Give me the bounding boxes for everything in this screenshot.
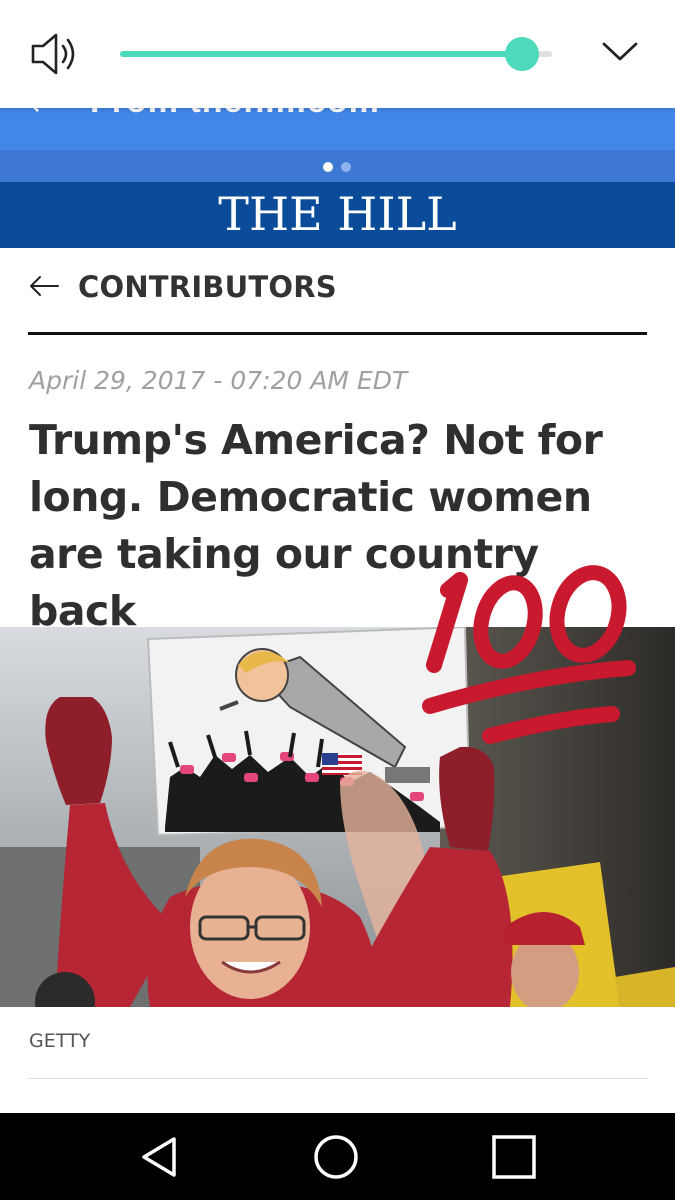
divider	[28, 1078, 647, 1079]
section-header: CONTRIBUTORS	[28, 260, 647, 335]
page-dot	[341, 162, 351, 172]
volume-slider[interactable]	[120, 37, 552, 71]
section-title[interactable]: CONTRIBUTORS	[78, 270, 337, 304]
site-logo[interactable]: THE HILL	[218, 187, 456, 241]
speaker-icon[interactable]	[30, 31, 80, 77]
banner-text: From thehill.com	[90, 108, 380, 121]
page-indicator	[0, 150, 675, 182]
banner-arrow-icon: ←	[30, 108, 55, 123]
article-dateline: April 29, 2017 - 07:20 AM EDT	[29, 366, 408, 395]
site-header: THE HILL	[0, 182, 675, 248]
volume-slider-fill	[120, 51, 522, 57]
arrow-left-icon[interactable]	[28, 274, 60, 298]
notification-banner[interactable]: ← From thehill.com	[0, 108, 675, 150]
volume-slider-thumb[interactable]	[504, 37, 539, 71]
system-nav-bar	[0, 1113, 675, 1200]
photo-credit: GETTY	[29, 1030, 91, 1052]
chevron-down-icon[interactable]	[600, 38, 640, 66]
hundred-points-emoji	[422, 565, 636, 744]
nav-back-icon[interactable]	[136, 1133, 184, 1181]
nav-recents-icon[interactable]	[490, 1133, 538, 1181]
page-dot-active	[323, 162, 333, 172]
volume-panel	[0, 0, 675, 108]
nav-home-icon[interactable]	[312, 1133, 360, 1181]
